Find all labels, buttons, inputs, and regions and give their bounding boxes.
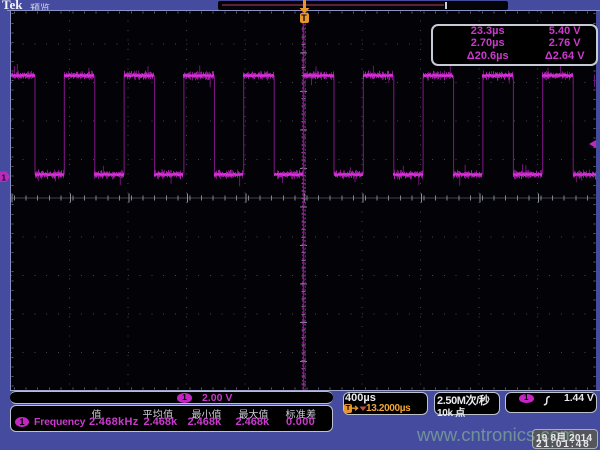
svg-text:1: 1 — [1, 172, 6, 182]
